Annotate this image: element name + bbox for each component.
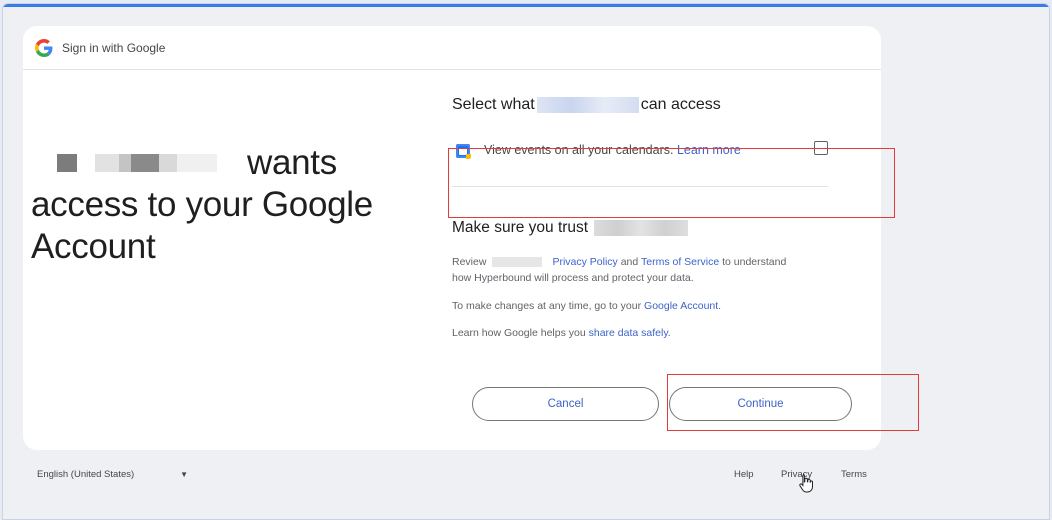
headline-line-3: Account [31,227,156,266]
headline-line-1: wants [31,142,431,184]
language-selector[interactable]: English (United States) ▼ [37,469,188,480]
highlight-box-permission [448,148,895,218]
redacted-app-name-3 [594,220,689,236]
accent-bar [3,4,1049,7]
terms-of-service-link[interactable]: Terms of Service [641,256,719,268]
header-title: Sign in with Google [62,40,166,55]
trust-prefix: Make sure you trust [452,219,589,236]
changes-suffix: . [718,300,722,312]
caret-down-icon: ▼ [180,470,189,479]
redacted-app-name-2 [536,97,639,113]
select-access-title: Select what can access [452,94,832,116]
footer-help-link[interactable]: Help [734,469,754,480]
redacted-app-name-4 [492,257,543,268]
review-paragraph: Review Privacy Policy and Terms of Servic… [452,254,802,286]
google-account-link[interactable]: Google Account [644,300,718,312]
language-label: English (United States) [37,469,135,480]
cancel-button[interactable]: Cancel [472,387,659,421]
share-data-safely-link[interactable]: share data safely [589,327,668,339]
headline-line-2: access to your Google [31,185,373,224]
card-header: Sign in with Google [23,26,881,70]
highlight-box-continue [667,374,919,431]
redacted-app-name [31,154,217,172]
select-suffix: can access [640,96,721,113]
review-and: and [620,256,639,268]
footer-terms-link[interactable]: Terms [841,469,867,480]
consent-panel: Select what can access View events on al… [452,94,832,339]
review-prefix: Review [452,256,487,268]
hand-cursor-icon [799,474,813,493]
share-data-paragraph: Learn how Google helps you share data sa… [452,325,802,341]
changes-prefix: To make changes at any time, go to your [452,300,642,312]
learn-suffix: . [667,327,671,339]
changes-paragraph: To make changes at any time, go to your … [452,298,802,314]
google-logo-icon [35,38,53,57]
privacy-policy-link[interactable]: Privacy Policy [552,256,617,268]
trust-heading: Make sure you trust [452,217,689,239]
browser-frame: Sign in with Google wants access to your… [2,3,1050,520]
learn-prefix: Learn how Google helps you [452,327,586,339]
page-headline: wants access to your Google Account [31,142,431,268]
headline-wants: wants [247,143,337,182]
select-prefix: Select what [452,96,535,113]
